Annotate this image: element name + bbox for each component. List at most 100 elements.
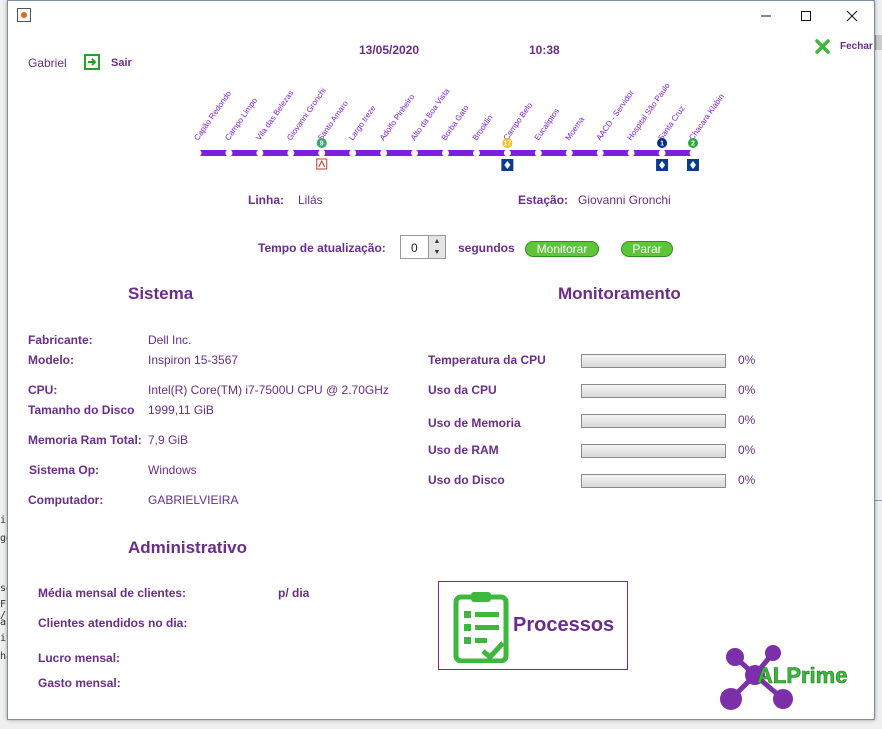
- station-dot: [225, 149, 233, 157]
- current-date: 13/05/2020: [359, 43, 420, 57]
- station-dot: [442, 149, 449, 157]
- clipboard-checklist-icon: [453, 592, 509, 663]
- metric-value: 0%: [738, 353, 756, 367]
- info-label: Sistema Op:: [29, 463, 100, 477]
- title-bar: [8, 1, 874, 31]
- station-name: Brooklin: [471, 113, 495, 142]
- logo-text: ALPrime: [757, 663, 847, 688]
- refresh-label: Tempo de atualização:: [258, 241, 386, 255]
- metric-label: Uso do Disco: [428, 473, 505, 487]
- refresh-unit: segundos: [458, 241, 515, 255]
- background-divider: [875, 500, 882, 501]
- station-dot: [658, 149, 666, 157]
- metric-label: Uso da CPU: [428, 383, 497, 397]
- processes-button[interactable]: Processos: [438, 581, 628, 670]
- line-label: Linha:: [248, 193, 284, 207]
- station-dot: [596, 149, 604, 157]
- maximize-icon: [801, 11, 811, 21]
- station-dot: [411, 149, 419, 157]
- station-dot: [534, 149, 542, 157]
- info-value: Intel(R) Core(TM) i7-7500U CPU @ 2.70GHz: [148, 383, 389, 397]
- line-value: Lilás: [298, 193, 323, 207]
- station-dot: [287, 149, 295, 157]
- cpu-temperature-bar: [581, 354, 726, 368]
- station-name: Borba Gato: [440, 103, 471, 142]
- station-name: Santo Amaro: [316, 99, 350, 142]
- monthly-clients-label: Média mensal de clientes:: [38, 586, 187, 600]
- disk-usage-bar: [581, 474, 726, 488]
- refresh-interval-value: 0: [411, 241, 418, 255]
- metric-label: Uso de RAM: [428, 443, 499, 457]
- monthly-profit-label: Lucro mensal:: [38, 651, 121, 665]
- station-name: Moema: [564, 115, 587, 142]
- info-label: Modelo:: [28, 353, 74, 367]
- metric-value: 0%: [738, 443, 756, 457]
- station-dot: [627, 149, 635, 157]
- close-app-button[interactable]: Fechar: [840, 41, 873, 52]
- info-label: Tamanho do Disco: [28, 403, 135, 417]
- per-day-label: p/ dia: [278, 586, 310, 600]
- station-name: Santa Cruz: [656, 104, 686, 142]
- stop-button[interactable]: Parar: [621, 241, 673, 257]
- info-label: CPU:: [28, 383, 58, 397]
- station-label: Estação:: [518, 193, 569, 207]
- close-window-button[interactable]: [832, 3, 872, 29]
- station-dot: [256, 149, 264, 157]
- logout-button[interactable]: Sair: [111, 57, 132, 69]
- info-value: Windows: [148, 463, 197, 477]
- sistema-title: Sistema: [128, 284, 194, 303]
- line-badge-number: 2: [691, 141, 695, 148]
- station-dot: [472, 149, 480, 157]
- station-name: Chacara Klabin: [687, 92, 726, 142]
- station-dot: [689, 149, 697, 157]
- metric-value: 0%: [738, 413, 756, 427]
- metro-line-map: Capão RedondoCampo LimpoVila das Belezas…: [192, 81, 726, 171]
- station-name: Largo treze: [347, 103, 378, 142]
- station-dot: [565, 149, 573, 157]
- station-dot: [194, 149, 202, 157]
- monthly-expense-label: Gasto mensal:: [38, 676, 121, 690]
- monitor-button[interactable]: Monitorar: [525, 241, 599, 257]
- user-name: Gabriel: [28, 56, 67, 70]
- spinner-up-arrow-icon[interactable]: ▲: [428, 236, 445, 247]
- line-badge-number: 1: [660, 141, 664, 148]
- station-dot: [318, 149, 326, 157]
- spinner-down-arrow-icon[interactable]: ▼: [428, 247, 445, 258]
- java-app-icon: [17, 8, 31, 22]
- alprime-logo: ALPrime: [720, 645, 848, 710]
- logout-icon[interactable]: [84, 54, 100, 70]
- info-label: Computador:: [28, 493, 104, 507]
- info-value: 7,9 GiB: [148, 433, 189, 447]
- close-x-icon[interactable]: [815, 39, 830, 54]
- line-badge-number: 17: [503, 141, 511, 148]
- station-value: Giovanni Gronchi: [578, 193, 671, 207]
- info-value: Dell Inc.: [148, 333, 192, 347]
- clients-today-label: Clientes atendidos no dia:: [38, 616, 188, 630]
- station-dot: [503, 149, 511, 157]
- background-scrollbar: [875, 35, 882, 50]
- minimize-button[interactable]: [746, 3, 786, 29]
- line-badge-number: 9: [320, 141, 324, 148]
- close-icon: [846, 10, 858, 22]
- cpu-usage-bar: [581, 384, 726, 398]
- info-label: Fabricante:: [28, 333, 93, 347]
- maximize-button[interactable]: [786, 3, 826, 29]
- info-value: Inspiron 15-3567: [148, 353, 239, 367]
- monitoramento-title: Monitoramento: [558, 284, 681, 303]
- metric-value: 0%: [738, 383, 756, 397]
- station-name: Eucaliptos: [533, 107, 562, 142]
- metric-label: Uso de Memoria: [428, 416, 521, 430]
- processes-label: Processos: [513, 614, 615, 636]
- memory-usage-bar: [581, 414, 726, 428]
- refresh-interval-spinner[interactable]: 0 ▲ ▼: [400, 235, 446, 259]
- info-value: GABRIELVIEIRA: [148, 493, 239, 507]
- station-name: Campo Belo: [502, 100, 535, 142]
- current-time: 10:38: [529, 43, 560, 57]
- administrativo-title: Administrativo: [128, 538, 248, 557]
- main-window: Gabriel Sair 13/05/2020 10:38 Fechar Cap…: [7, 0, 875, 720]
- metric-value: 0%: [738, 473, 756, 487]
- station-name: Campo Limpo: [223, 96, 259, 142]
- minimize-icon: [761, 15, 771, 17]
- info-value: 1999,11 GiB: [148, 403, 214, 417]
- info-label: Memoria Ram Total:: [28, 433, 142, 447]
